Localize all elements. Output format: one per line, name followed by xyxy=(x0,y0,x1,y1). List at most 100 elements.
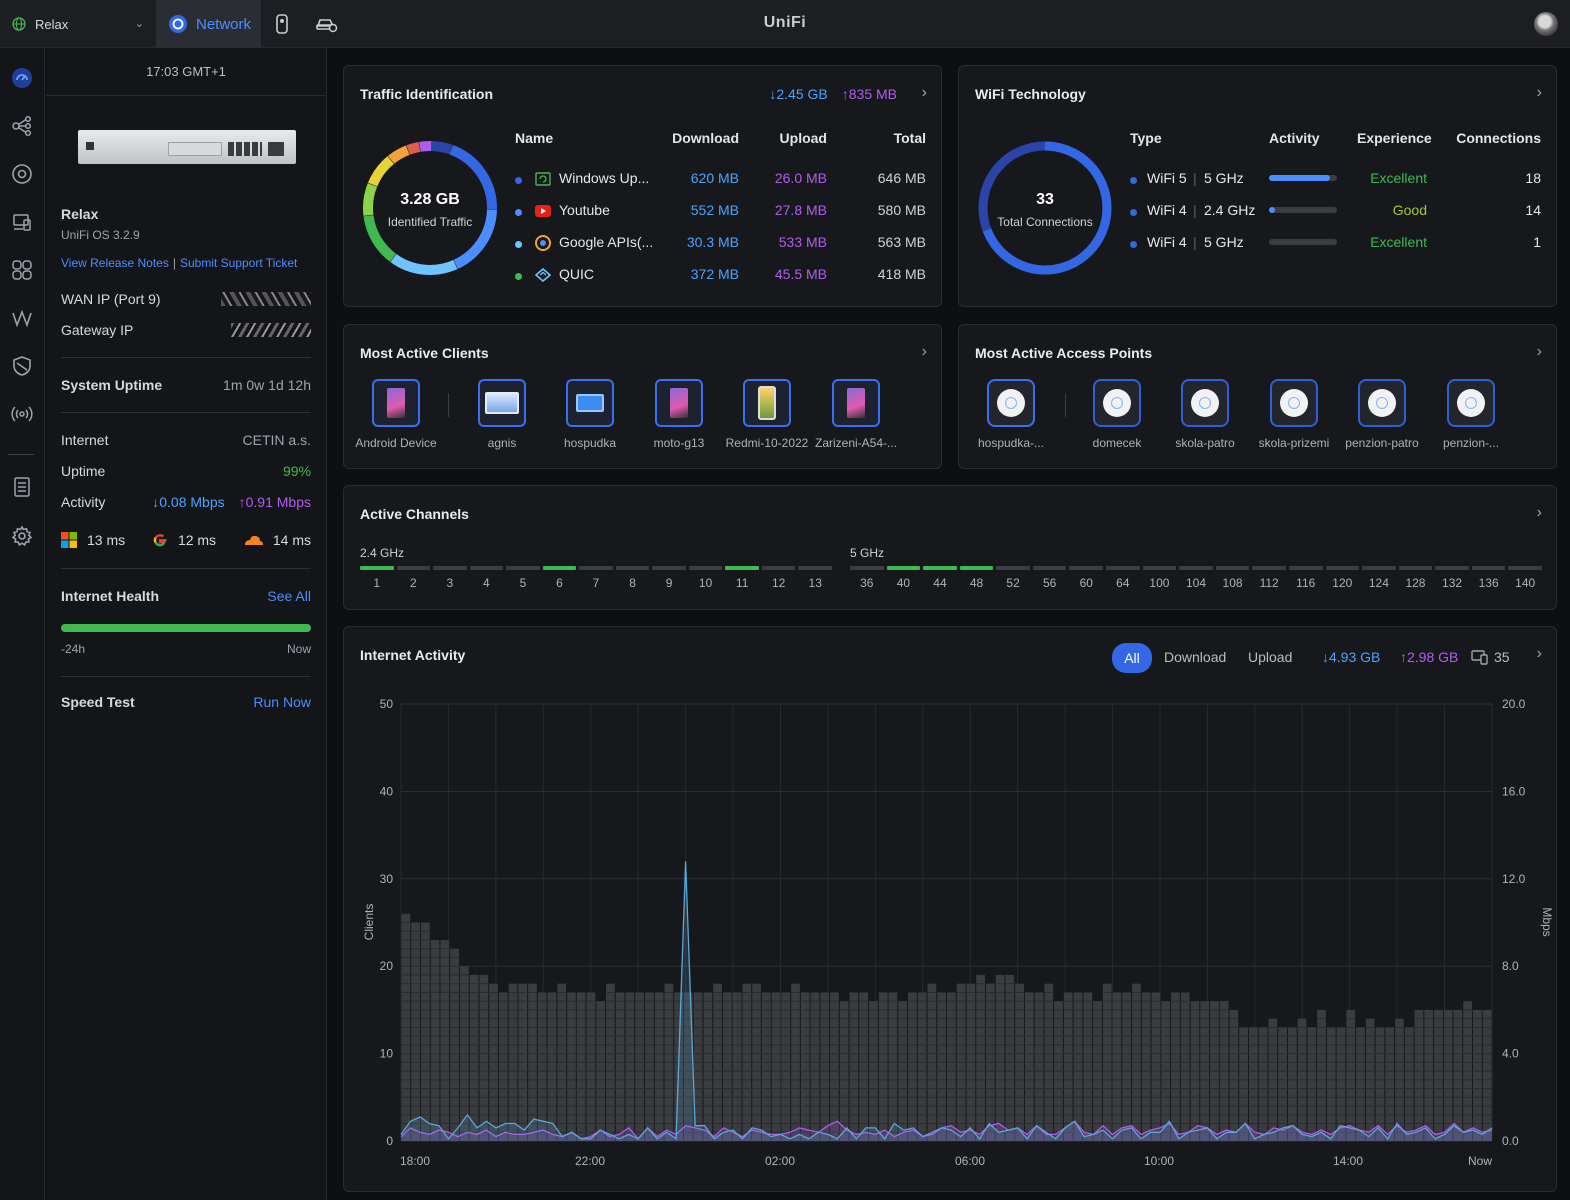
channel-label: 52 xyxy=(1006,576,1020,590)
donut-segment xyxy=(406,142,421,155)
wifi-standard: WiFi 4 xyxy=(1147,202,1187,218)
topology-icon[interactable] xyxy=(8,112,36,140)
card-title: Traffic Identification xyxy=(360,86,494,102)
channel-label: 64 xyxy=(1116,576,1130,590)
ap-item[interactable]: skola-prizemi xyxy=(1244,379,1344,450)
client-name: Redmi-10-2022 xyxy=(725,436,809,450)
chevron-right-icon[interactable]: › xyxy=(1537,84,1542,102)
client-item[interactable]: Redmi-10-2022 xyxy=(717,379,817,450)
support-ticket-link[interactable]: Submit Support Ticket xyxy=(180,256,297,270)
wifi-standard: WiFi 5 xyxy=(1147,170,1187,186)
channel-bar xyxy=(1179,566,1213,570)
cloudflare-icon xyxy=(244,535,263,545)
security-shield-icon[interactable] xyxy=(8,352,36,380)
windows-update-icon xyxy=(534,170,552,188)
avatar[interactable] xyxy=(1534,12,1558,36)
x-tick-label: 02:00 xyxy=(765,1154,795,1168)
col-name: Name xyxy=(515,130,554,146)
filter-download[interactable]: Download xyxy=(1164,649,1226,665)
clients-bar xyxy=(1083,992,1093,1141)
ap-name: skola-prizemi xyxy=(1258,436,1330,450)
chevron-right-icon[interactable]: › xyxy=(1537,645,1542,663)
activity-total-upload: ↑2.98 GB xyxy=(1400,649,1459,665)
clients-icon[interactable] xyxy=(8,208,36,236)
channel-bar xyxy=(1142,566,1177,570)
client-item[interactable]: hospudka xyxy=(540,379,640,450)
channel-bar xyxy=(688,566,723,570)
wan-ip-row: WAN IP (Port 9) xyxy=(61,291,311,307)
channel-bar xyxy=(886,566,921,570)
current-time: 17:03 GMT+1 xyxy=(46,48,326,96)
access-point-icon xyxy=(1447,379,1495,427)
protect-app-icon[interactable] xyxy=(270,12,294,36)
chevron-right-icon[interactable]: › xyxy=(1537,343,1542,361)
internet-activity-chart: 0 10 20 30 40 50 0.0 4.0 8.0 12.0 16.0 20.0 18:00 22:… xyxy=(362,697,1554,1168)
activity-bar xyxy=(1269,175,1337,181)
client-item[interactable]: moto-g13 xyxy=(629,379,729,450)
wifi-connections: 14 xyxy=(1525,202,1541,218)
band-24-label: 2.4 GHz xyxy=(360,546,405,560)
channel-bar xyxy=(923,566,957,570)
channel-label: 12 xyxy=(772,576,786,590)
clients-bar xyxy=(722,992,732,1141)
clients-bar xyxy=(567,992,576,1141)
chevron-down-icon: ⌄ xyxy=(134,18,144,30)
app-upload: 26.0 MB xyxy=(774,170,827,186)
channel-label: 2 xyxy=(409,576,417,590)
separator: | xyxy=(1193,234,1197,250)
client-item[interactable]: Android Device xyxy=(346,379,446,450)
tab-network[interactable]: Network xyxy=(156,0,261,48)
logs-icon[interactable] xyxy=(8,473,36,501)
devices-icon[interactable] xyxy=(8,160,36,188)
filter-upload[interactable]: Upload xyxy=(1248,649,1292,665)
channel-bar xyxy=(1508,566,1542,570)
dashboard-icon[interactable] xyxy=(8,64,36,92)
series-dot xyxy=(1130,241,1137,248)
clients-bar xyxy=(820,992,830,1141)
series-dot xyxy=(515,177,522,184)
clients-bar xyxy=(732,992,742,1141)
ap-item[interactable]: domecek xyxy=(1067,379,1167,450)
clients-bar xyxy=(995,974,1005,1141)
filter-all[interactable]: All xyxy=(1112,643,1152,673)
client-item[interactable]: agnis xyxy=(452,379,552,450)
ap-item[interactable]: penzion-... xyxy=(1421,379,1521,450)
release-notes-link[interactable]: View Release Notes xyxy=(61,256,169,270)
chevron-right-icon[interactable]: › xyxy=(1537,504,1542,522)
ports-icon[interactable] xyxy=(8,256,36,284)
series-dot xyxy=(1130,177,1137,184)
divider xyxy=(61,412,311,413)
activity-client-count: 35 xyxy=(1494,649,1510,665)
client-item[interactable]: Zarizeni-A54-... xyxy=(806,379,906,450)
channel-label: 5 xyxy=(519,576,527,590)
chevron-right-icon[interactable]: › xyxy=(922,343,927,361)
clients-bar xyxy=(1005,974,1015,1141)
wifi-total-value: 33 xyxy=(1036,191,1054,208)
insights-icon[interactable] xyxy=(8,304,36,332)
radios-icon[interactable] xyxy=(8,400,36,428)
site-selector[interactable]: Relax ⌄ xyxy=(0,0,156,48)
clients-bar xyxy=(1317,1009,1326,1141)
ap-item[interactable]: skola-patro xyxy=(1155,379,1255,450)
channel-bar xyxy=(1325,566,1360,570)
chevron-right-icon[interactable]: › xyxy=(922,84,927,102)
ap-item[interactable]: penzion-patro xyxy=(1332,379,1432,450)
wifi-connections: 18 xyxy=(1525,170,1541,186)
channel-label: 6 xyxy=(556,576,563,590)
run-speed-test-link[interactable]: Run Now xyxy=(253,694,311,710)
rail-divider xyxy=(8,454,34,455)
settings-gear-icon[interactable] xyxy=(8,522,36,550)
activity-total-download: ↓4.93 GB xyxy=(1322,649,1381,665)
clients-bar xyxy=(440,939,450,1141)
separator: | xyxy=(1193,202,1197,218)
x-tick-label: 10:00 xyxy=(1144,1154,1174,1168)
see-all-link[interactable]: See All xyxy=(267,588,311,604)
vehicle-app-icon[interactable] xyxy=(315,12,339,36)
health-bar-fill xyxy=(61,624,311,632)
ap-item[interactable]: hospudka-... xyxy=(961,379,1061,450)
clients-bar xyxy=(771,992,781,1141)
donut-segment xyxy=(419,141,432,152)
channel-label: 108 xyxy=(1222,576,1243,590)
client-name: agnis xyxy=(487,436,517,450)
separator: | xyxy=(1193,170,1197,186)
